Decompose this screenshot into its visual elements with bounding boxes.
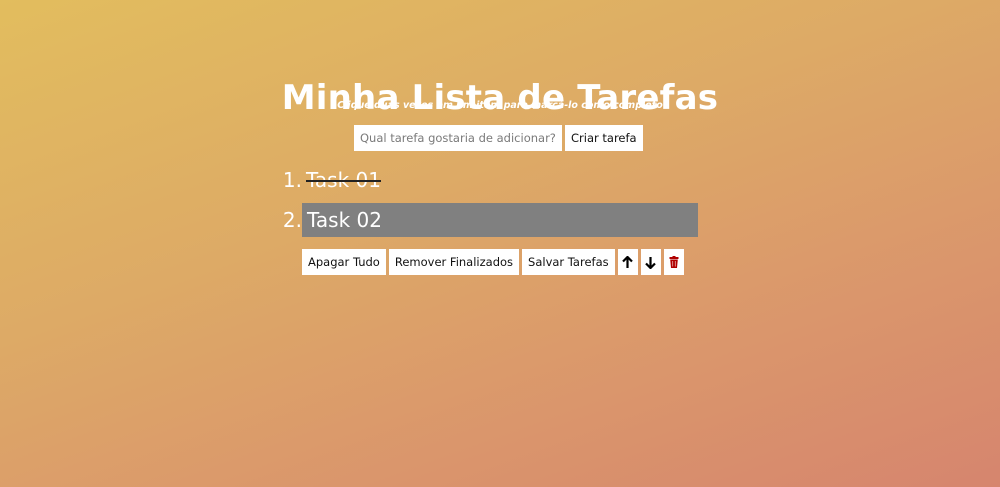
page-title: Minha Lista de Tarefas (281, 77, 719, 118)
page-subtitle: Clique duas vezes em um item para marcá-… (337, 100, 663, 111)
arrow-up-icon (622, 255, 633, 268)
task-text[interactable]: Task 02 (302, 203, 698, 237)
task-item[interactable]: 1. Task 01 (272, 163, 698, 197)
task-number: 2. (282, 208, 302, 232)
add-task-form: Criar tarefa (354, 125, 643, 151)
save-tasks-button[interactable]: Salvar Tarefas (522, 249, 615, 275)
remove-finished-button[interactable]: Remover Finalizados (388, 249, 520, 275)
task-number: 1. (282, 168, 302, 192)
task-item[interactable]: 2. Task 02 (272, 203, 698, 237)
task-text[interactable]: Task 01 (302, 164, 385, 196)
task-input[interactable] (354, 125, 562, 151)
arrow-down-icon (645, 256, 656, 269)
trash-icon (669, 256, 679, 268)
clear-all-button[interactable]: Apagar Tudo (302, 249, 386, 275)
delete-task-button[interactable] (663, 249, 684, 275)
task-list: 1. Task 01 2. Task 02 (272, 163, 698, 237)
move-down-button[interactable] (640, 249, 661, 275)
create-task-button[interactable]: Criar tarefa (565, 125, 643, 151)
move-up-button[interactable] (617, 249, 638, 275)
task-actions: Apagar Tudo Remover Finalizados Salvar T… (302, 249, 684, 275)
